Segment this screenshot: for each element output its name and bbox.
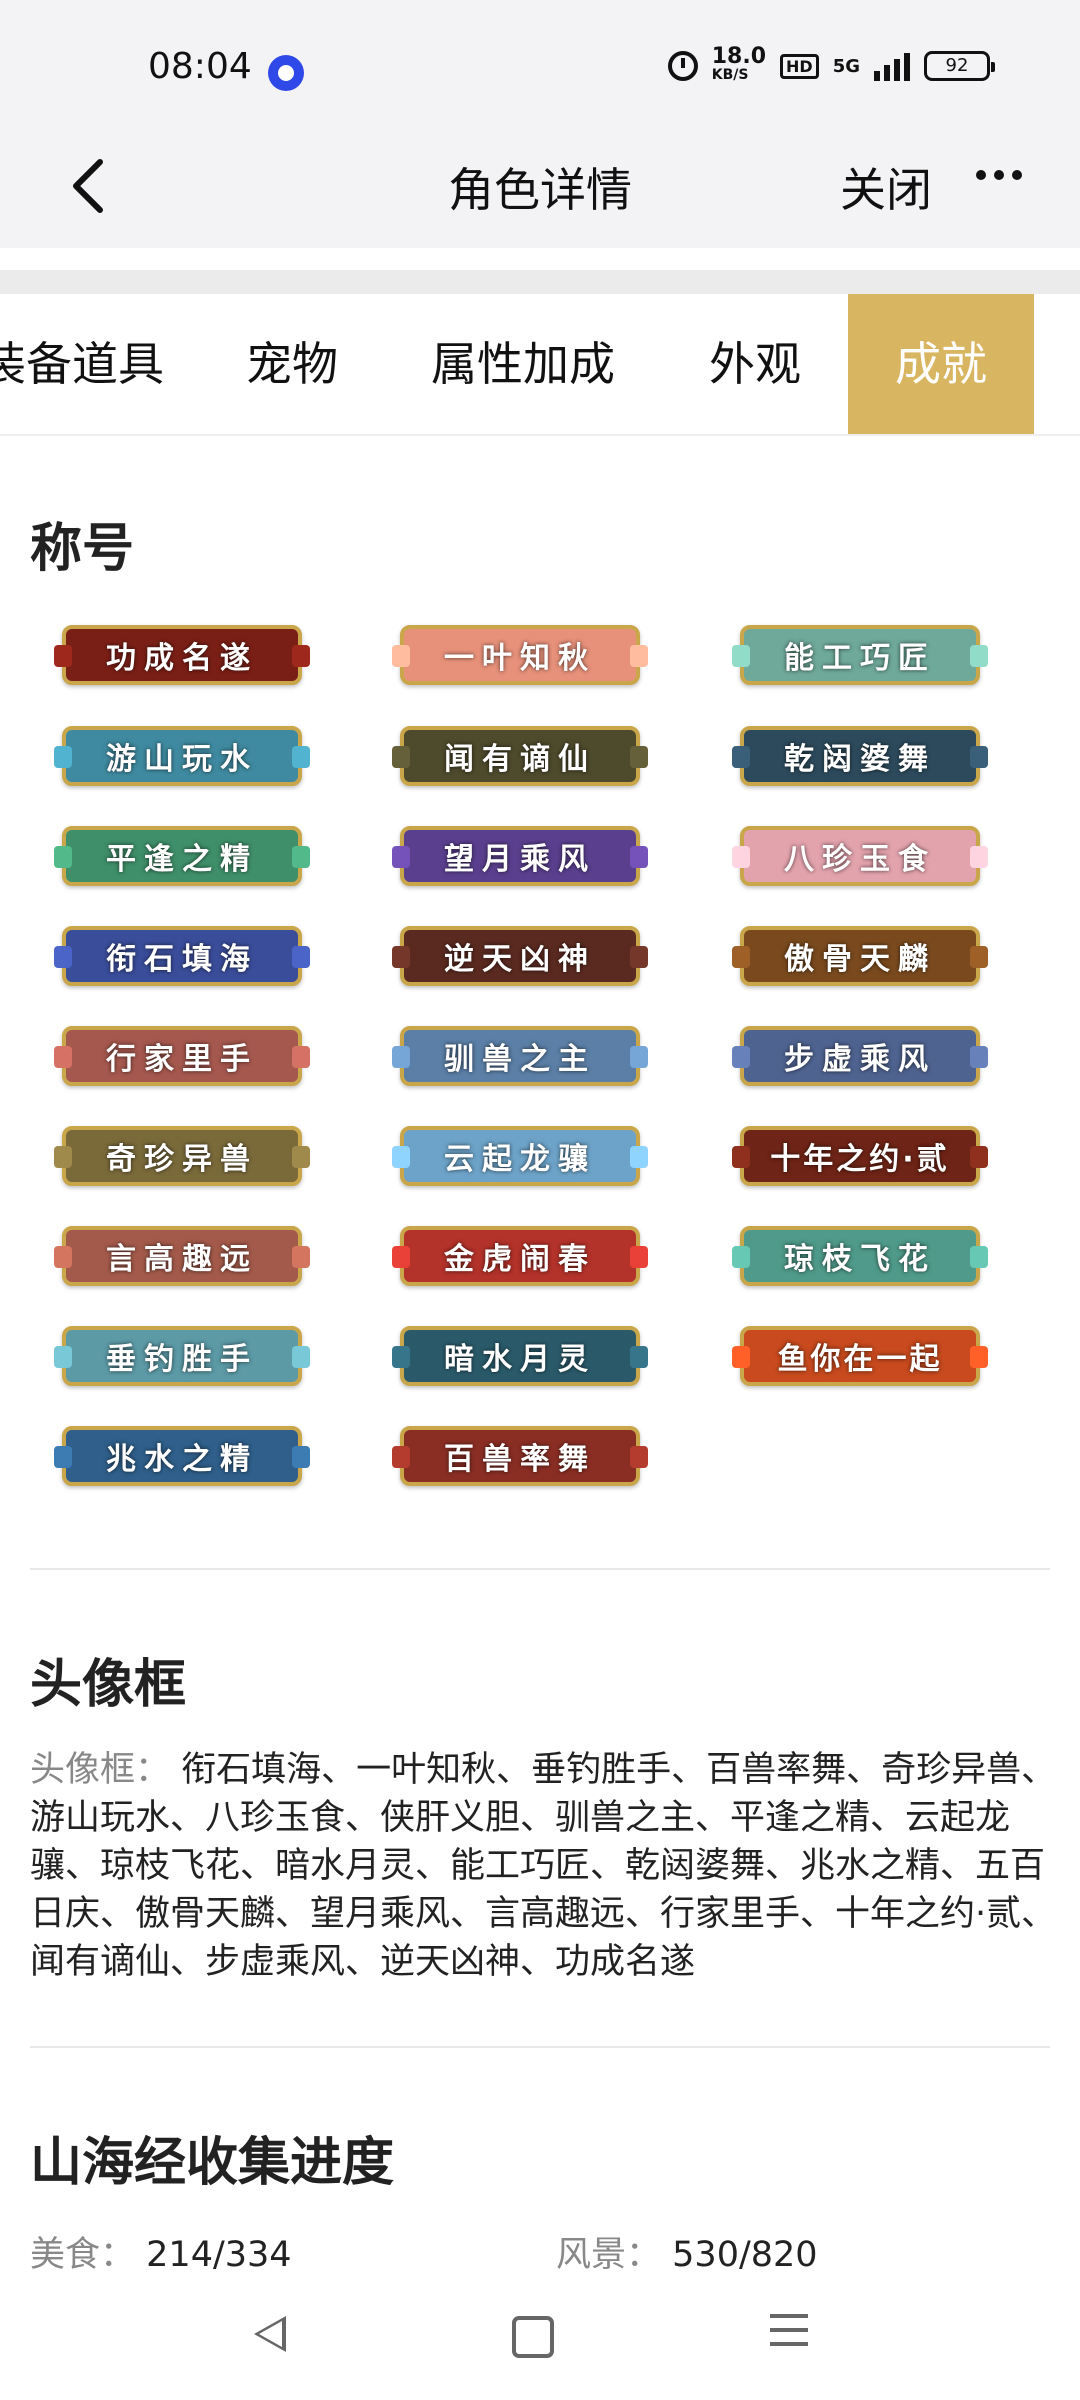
title-badge: 一叶知秋 bbox=[400, 625, 640, 685]
alarm-icon bbox=[667, 51, 698, 81]
title-badge: 琼枝飞花 bbox=[740, 1226, 980, 1286]
title-badge: 百兽率舞 bbox=[400, 1426, 640, 1486]
title-badge: 衔石填海 bbox=[62, 926, 302, 986]
title-badge: 逆天凶神 bbox=[400, 926, 640, 986]
collection-heading: 山海经收集进度 bbox=[30, 2133, 395, 2193]
stat-scenery-value: 530/820 bbox=[672, 2235, 818, 2275]
title-badge: 云起龙骧 bbox=[400, 1126, 640, 1186]
title-badge: 傲骨天麟 bbox=[740, 926, 980, 986]
status-indicators: 18.0 KB/S HD 5G 92 bbox=[667, 44, 995, 84]
network-type: 5G bbox=[832, 55, 860, 77]
title-badge: 游山玩水 bbox=[62, 726, 302, 786]
title-badge: 能工巧匠 bbox=[740, 625, 980, 685]
stat-food: 美食： 214/334 bbox=[30, 2226, 292, 2277]
title-badge: 驯兽之主 bbox=[400, 1026, 640, 1086]
title-badge: 垂钓胜手 bbox=[62, 1326, 302, 1386]
system-nav-bar bbox=[0, 2290, 1080, 2400]
title-badge: 兆水之精 bbox=[62, 1426, 302, 1486]
title-badge: 言高趣远 bbox=[62, 1226, 302, 1286]
title-badge: 功成名遂 bbox=[62, 625, 302, 685]
stat-food-label: 美食： bbox=[30, 2235, 136, 2275]
title-badge: 鱼你在一起 bbox=[740, 1326, 980, 1386]
tab-appearance[interactable]: 外观 bbox=[690, 294, 820, 434]
tab-attributes[interactable]: 属性加成 bbox=[418, 294, 628, 434]
network-speed-value: 18.0 bbox=[711, 44, 767, 69]
hd-icon: HD bbox=[780, 53, 819, 79]
stat-scenery-label: 风景： bbox=[556, 2235, 662, 2275]
section-divider bbox=[30, 1568, 1050, 1570]
battery-icon: 92 bbox=[924, 51, 995, 81]
status-bar: 08:04 18.0 KB/S HD 5G 92 bbox=[0, 0, 1080, 130]
tab-pets[interactable]: 宠物 bbox=[222, 294, 362, 434]
title-badge: 望月乘风 bbox=[400, 826, 640, 886]
system-back-icon[interactable] bbox=[254, 2316, 286, 2352]
avatar-frame-label: 头像框： bbox=[30, 1750, 171, 1790]
close-button[interactable]: 关闭 bbox=[840, 154, 932, 220]
tab-bar: 装备道具 宠物 属性加成 外观 成就 bbox=[0, 294, 1080, 436]
title-badge: 十年之约·贰 bbox=[740, 1126, 980, 1186]
avatar-frame-content: 衔石填海、一叶知秋、垂钓胜手、百兽率舞、奇珍异兽、游山玩水、八珍玉食、侠肝义胆、… bbox=[30, 1750, 1057, 1982]
stat-scenery: 风景： 530/820 bbox=[556, 2226, 818, 2277]
nav-bar: 角色详情 关闭 bbox=[0, 130, 1080, 248]
system-recents-icon[interactable] bbox=[770, 2314, 808, 2346]
title-badge: 八珍玉食 bbox=[740, 826, 980, 886]
network-speed-unit: KB/S bbox=[711, 67, 749, 83]
title-badge: 行家里手 bbox=[62, 1026, 302, 1086]
signal-icon bbox=[874, 51, 910, 81]
title-badge: 步虚乘风 bbox=[740, 1026, 980, 1086]
title-badge: 乾闼婆舞 bbox=[740, 726, 980, 786]
system-home-icon[interactable] bbox=[512, 2316, 554, 2358]
title-badge: 奇珍异兽 bbox=[62, 1126, 302, 1186]
section-divider bbox=[30, 2046, 1050, 2048]
title-badge-grid: 功成名遂 一叶知秋 能工巧匠 游山玩水 闻有谪仙 乾闼婆舞 平逢之精 望月乘风 … bbox=[0, 610, 1080, 1510]
stat-food-value: 214/334 bbox=[146, 2235, 292, 2275]
tab-equipment[interactable]: 装备道具 bbox=[0, 294, 172, 434]
network-speed: 18.0 KB/S bbox=[711, 44, 767, 84]
divider-band bbox=[0, 270, 1080, 294]
title-badge: 暗水月灵 bbox=[400, 1326, 640, 1386]
more-icon[interactable] bbox=[976, 170, 1022, 180]
avatar-frame-heading: 头像框 bbox=[30, 1655, 187, 1715]
spacer bbox=[0, 248, 1080, 270]
titles-heading: 称号 bbox=[30, 519, 135, 579]
status-time: 08:04 bbox=[148, 46, 252, 87]
app-notification-icon bbox=[268, 55, 304, 91]
tab-achievements[interactable]: 成就 bbox=[848, 294, 1034, 434]
title-badge: 平逢之精 bbox=[62, 826, 302, 886]
avatar-frame-list: 头像框： 衔石填海、一叶知秋、垂钓胜手、百兽率舞、奇珍异兽、游山玩水、八珍玉食、… bbox=[30, 1746, 1070, 1986]
title-badge: 金虎闹春 bbox=[400, 1226, 640, 1286]
title-badge: 闻有谪仙 bbox=[400, 726, 640, 786]
